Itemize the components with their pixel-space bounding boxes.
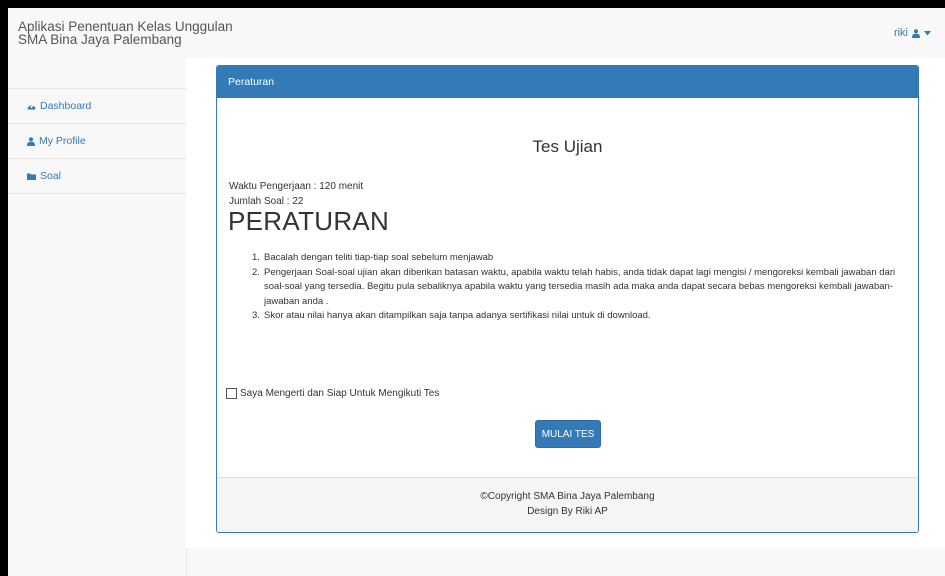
app-window: Aplikasi Penentuan Kelas Unggulan SMA Bi…	[8, 8, 945, 576]
sidebar-item-dashboard[interactable]: Dashboard	[8, 88, 186, 124]
sidebar-item-soal[interactable]: Soal	[8, 159, 186, 194]
panel-body: Tes Ujian Waktu Pengerjaan : 120 menit J…	[217, 98, 918, 477]
sidebar-item-label: Dashboard	[40, 100, 92, 112]
designer-credit: Design By Riki AP	[527, 506, 608, 517]
panel-heading: Peraturan	[217, 66, 918, 98]
rule-text: Skor atau nilai hanya akan ditampilkan s…	[264, 310, 651, 322]
caret-down-icon	[924, 30, 931, 36]
rule-number: 1.	[252, 252, 260, 263]
main-content: Peraturan Tes Ujian Waktu Pengerjaan : 1…	[186, 58, 945, 548]
rule-item: 1. Bacalah dengan teliti tiap-tiap soal …	[252, 251, 906, 266]
rules-panel: Peraturan Tes Ujian Waktu Pengerjaan : 1…	[216, 65, 919, 533]
top-navbar: Aplikasi Penentuan Kelas Unggulan SMA Bi…	[8, 8, 945, 59]
agree-checkbox-row[interactable]: Saya Mengerti dan Siap Untuk Mengikuti T…	[226, 388, 439, 399]
sidebar-item-label: Soal	[40, 170, 62, 182]
rule-number: 3.	[252, 310, 260, 322]
agree-label: Saya Mengerti dan Siap Untuk Mengikuti T…	[240, 388, 440, 399]
folder-icon	[27, 173, 36, 180]
rules-title: PERATURAN	[228, 206, 390, 236]
dashboard-icon	[27, 102, 36, 110]
start-test-button[interactable]: MULAI TES	[535, 420, 601, 448]
rules-list: 1. Bacalah dengan teliti tiap-tiap soal …	[252, 251, 906, 324]
panel-footer: ©Copyright SMA Bina Jaya Palembang Desig…	[217, 477, 918, 532]
duration-info: Waktu Pengerjaan : 120 menit	[229, 181, 364, 192]
user-icon	[27, 136, 35, 146]
user-name: riki	[893, 27, 908, 39]
sidebar-item-my-profile[interactable]: My Profile	[8, 124, 186, 159]
user-menu-toggle[interactable]: riki	[894, 27, 931, 39]
agree-checkbox[interactable]	[226, 388, 237, 399]
rule-text: Bacalah dengan teliti tiap-tiap soal seb…	[264, 252, 494, 263]
rule-text: Pengerjaan Soal-soal ujian akan diberika…	[264, 266, 896, 307]
copyright-text: ©Copyright SMA Bina Jaya Palembang	[480, 491, 655, 502]
sidebar: Dashboard My Profile Soal	[8, 58, 187, 576]
rule-number: 2.	[252, 266, 260, 278]
rule-item: 2. Pengerjaan Soal-soal ujian akan diber…	[252, 266, 906, 310]
user-icon	[912, 28, 920, 38]
sidebar-item-label: My Profile	[39, 135, 86, 147]
app-brand[interactable]: Aplikasi Penentuan Kelas Unggulan SMA Bi…	[18, 20, 233, 47]
test-title: Tes Ujian	[532, 137, 603, 156]
rule-item: 3. Skor atau nilai hanya akan ditampilka…	[252, 309, 906, 324]
brand-school: SMA Bina Jaya Palembang	[18, 32, 182, 47]
